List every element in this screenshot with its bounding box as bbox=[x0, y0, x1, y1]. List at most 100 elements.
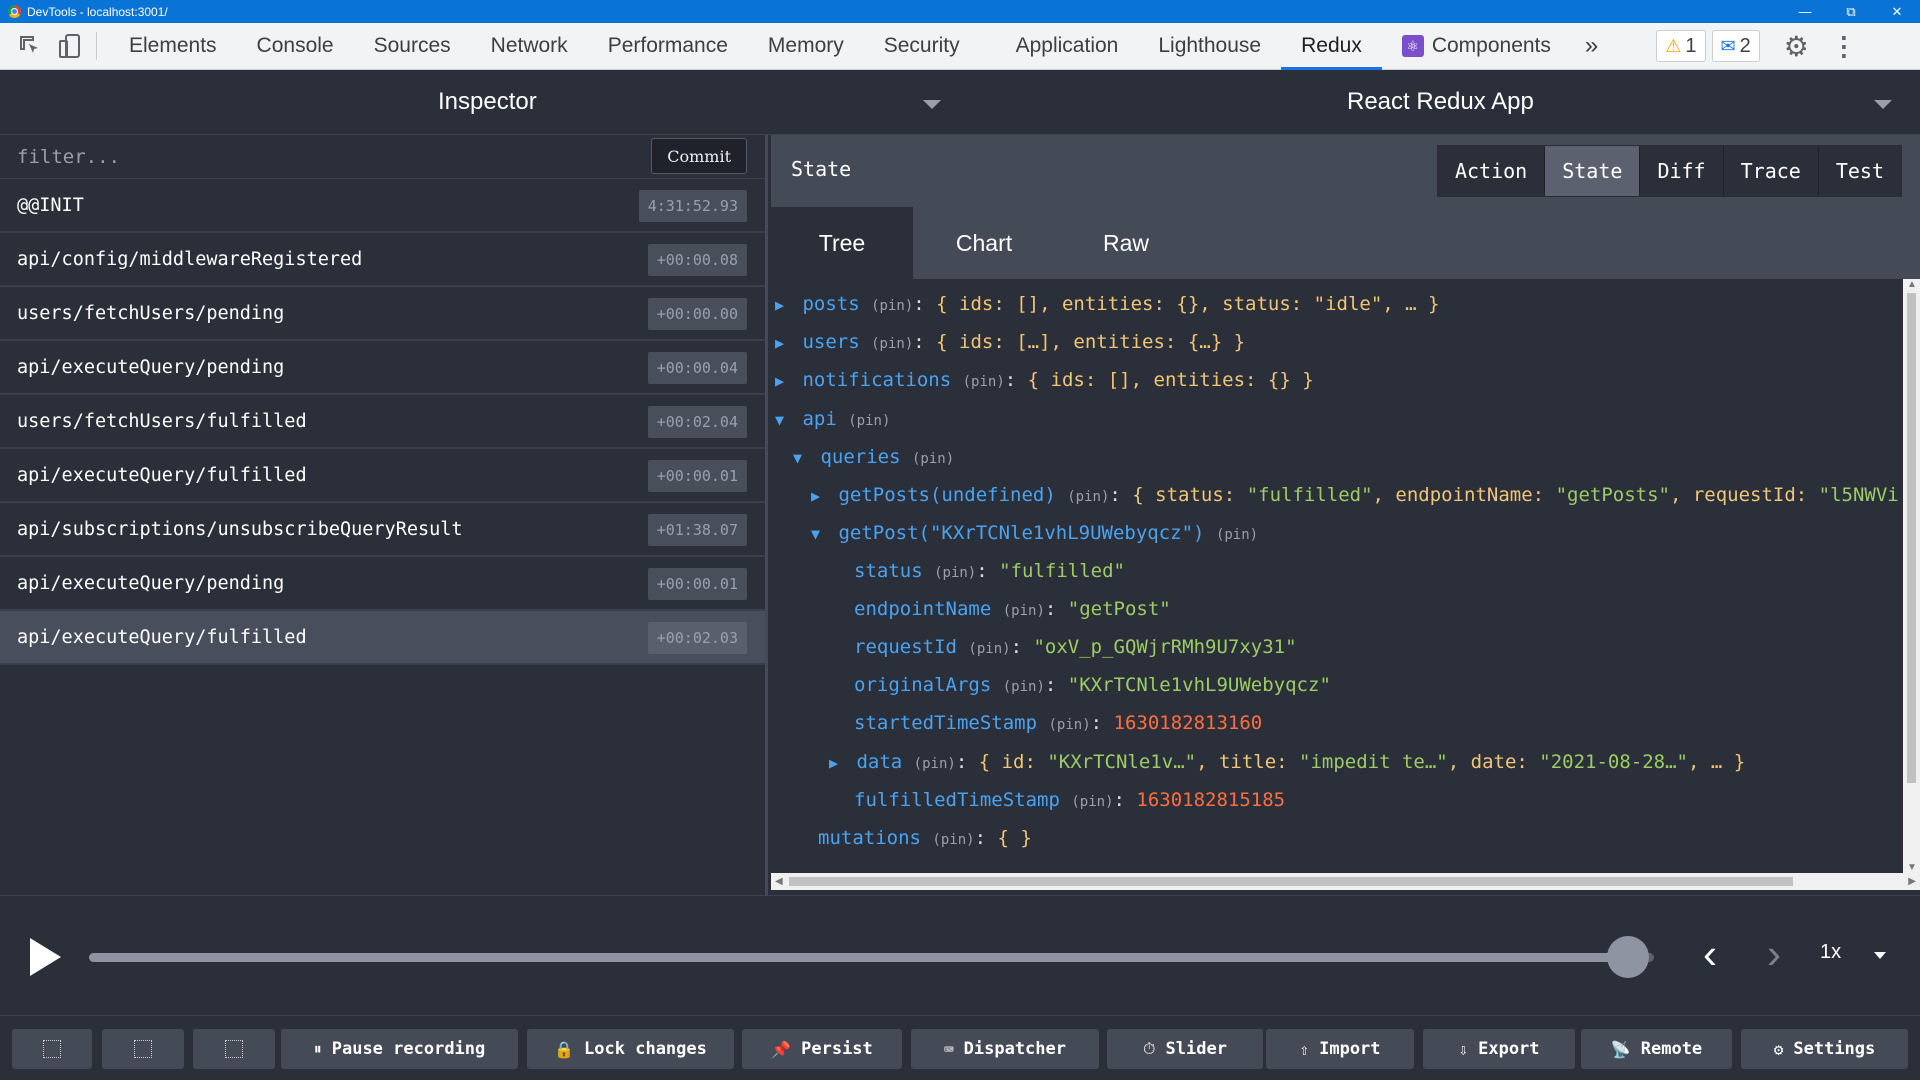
action-item[interactable]: users/fetchUsers/pending +00:00.00 bbox=[0, 287, 765, 341]
scroll-down-icon[interactable]: ▼ bbox=[1907, 862, 1917, 873]
tree-node-mutations[interactable]: mutations (pin): { } bbox=[818, 825, 1032, 851]
tree-leaf-endpointname[interactable]: endpointName (pin): "getPost" bbox=[854, 596, 1171, 622]
inspector-title[interactable]: Inspector bbox=[438, 88, 537, 116]
devtools-settings-gear-icon[interactable]: ⚙ bbox=[1784, 30, 1809, 63]
collapse-arrow-icon[interactable]: ▼ bbox=[775, 407, 791, 433]
vertical-scrollbar[interactable]: ▲ ▼ bbox=[1903, 279, 1920, 873]
subtab-tree[interactable]: Tree bbox=[771, 207, 913, 279]
tree-node-getposts[interactable]: ▶ getPosts(undefined) (pin): { status: "… bbox=[811, 482, 1899, 508]
action-item[interactable]: api/executeQuery/pending +00:00.04 bbox=[0, 341, 765, 395]
tab-elements[interactable]: Elements bbox=[109, 23, 237, 70]
filter-input[interactable] bbox=[17, 145, 617, 168]
collapse-arrow-icon[interactable]: ▼ bbox=[811, 521, 827, 547]
tab-security[interactable]: Security bbox=[864, 23, 996, 70]
pin-link[interactable]: (pin) bbox=[932, 832, 974, 848]
tree-leaf-status[interactable]: status (pin): "fulfilled" bbox=[854, 558, 1125, 584]
expand-arrow-icon[interactable]: ▶ bbox=[775, 368, 791, 394]
commit-button[interactable]: Commit bbox=[651, 138, 747, 174]
mode-trace-button[interactable]: Trace bbox=[1722, 146, 1818, 196]
scroll-left-icon[interactable]: ◀ bbox=[775, 876, 783, 887]
playback-speed-select[interactable]: 1x bbox=[1820, 941, 1841, 964]
pin-link[interactable]: (pin) bbox=[934, 565, 976, 581]
tree-node-getpost[interactable]: ▼ getPost("KXrTCNle1vhL9UWebyqcz") (pin) bbox=[811, 520, 1258, 546]
pin-link[interactable]: (pin) bbox=[912, 451, 954, 467]
subtab-raw[interactable]: Raw bbox=[1055, 207, 1197, 279]
pause-recording-button[interactable]: ⏸ Pause recording bbox=[281, 1029, 518, 1069]
monitor-select-caret-icon[interactable] bbox=[923, 100, 941, 109]
action-item[interactable]: @@INIT 4:31:52.93 bbox=[0, 179, 765, 233]
action-item[interactable]: api/executeQuery/fulfilled +00:02.03 bbox=[0, 611, 765, 665]
action-item[interactable]: users/fetchUsers/fulfilled +00:02.04 bbox=[0, 395, 765, 449]
tab-network[interactable]: Network bbox=[471, 23, 588, 70]
mode-test-button[interactable]: Test bbox=[1817, 146, 1901, 196]
export-button[interactable]: ⇩ Export bbox=[1423, 1029, 1575, 1069]
more-tabs-icon[interactable]: » bbox=[1571, 32, 1612, 60]
pin-link[interactable]: (pin) bbox=[1216, 527, 1258, 543]
pin-link[interactable]: (pin) bbox=[871, 298, 913, 314]
app-instance-title[interactable]: React Redux App bbox=[1347, 88, 1534, 116]
tab-redux[interactable]: Redux bbox=[1281, 23, 1382, 70]
action-item[interactable]: api/subscriptions/unsubscribeQueryResult… bbox=[0, 503, 765, 557]
messages-badge[interactable]: ✉ 2 bbox=[1711, 30, 1760, 62]
horizontal-scrollbar[interactable]: ◀ ▶ bbox=[771, 873, 1920, 890]
persist-button[interactable]: 📌 Persist bbox=[742, 1029, 902, 1069]
layout-left-button[interactable] bbox=[12, 1029, 92, 1069]
tree-leaf-originalargs[interactable]: originalArgs (pin): "KXrTCNle1vhL9UWebyq… bbox=[854, 672, 1331, 698]
pin-link[interactable]: (pin) bbox=[848, 413, 890, 429]
layout-right-button[interactable] bbox=[102, 1029, 184, 1069]
pin-link[interactable]: (pin) bbox=[1071, 794, 1113, 810]
speed-caret-icon[interactable] bbox=[1874, 952, 1886, 959]
tree-leaf-fulfilledtimestamp[interactable]: fulfilledTimeStamp (pin): 1630182815185 bbox=[854, 787, 1285, 813]
expand-arrow-icon[interactable]: ▶ bbox=[775, 330, 791, 356]
tree-node-queries[interactable]: ▼ queries (pin) bbox=[793, 444, 954, 470]
expand-arrow-icon[interactable]: ▶ bbox=[775, 292, 791, 318]
tab-components[interactable]: ⚛ Components bbox=[1382, 23, 1571, 70]
action-item[interactable]: api/executeQuery/fulfilled +00:00.01 bbox=[0, 449, 765, 503]
expand-arrow-icon[interactable]: ▶ bbox=[811, 483, 827, 509]
tree-node-api[interactable]: ▼ api (pin) bbox=[775, 406, 890, 432]
previous-action-icon[interactable]: ‹ bbox=[1703, 930, 1717, 978]
settings-button[interactable]: ⚙ Settings bbox=[1741, 1029, 1908, 1069]
inspect-element-icon[interactable] bbox=[10, 26, 50, 66]
scroll-right-icon[interactable]: ▶ bbox=[1908, 876, 1916, 887]
mode-diff-button[interactable]: Diff bbox=[1639, 146, 1723, 196]
tab-console[interactable]: Console bbox=[237, 23, 354, 70]
device-toolbar-icon[interactable] bbox=[50, 26, 90, 66]
scroll-up-icon[interactable]: ▲ bbox=[1907, 279, 1917, 290]
tab-application[interactable]: Application bbox=[996, 23, 1139, 70]
remote-button[interactable]: 📡 Remote bbox=[1581, 1029, 1732, 1069]
tree-leaf-requestid[interactable]: requestId (pin): "oxV_p_GQWjrRMh9U7xy31" bbox=[854, 634, 1297, 660]
next-action-icon[interactable]: › bbox=[1767, 930, 1781, 978]
slider-track[interactable] bbox=[89, 953, 1654, 962]
pin-link[interactable]: (pin) bbox=[1048, 717, 1090, 733]
expand-arrow-icon[interactable]: ▶ bbox=[829, 750, 845, 776]
action-item[interactable]: api/config/middlewareRegistered +00:00.08 bbox=[0, 233, 765, 287]
pin-link[interactable]: (pin) bbox=[871, 336, 913, 352]
pin-link[interactable]: (pin) bbox=[914, 756, 956, 772]
slider-handle[interactable] bbox=[1607, 936, 1649, 978]
tree-node-users[interactable]: ▶ users (pin): { ids: […], entities: {…}… bbox=[775, 329, 1245, 355]
mode-action-button[interactable]: Action bbox=[1437, 146, 1545, 196]
minimize-button[interactable]: — bbox=[1782, 0, 1828, 23]
pin-link[interactable]: (pin) bbox=[963, 374, 1005, 390]
horizontal-scroll-thumb[interactable] bbox=[789, 877, 1793, 886]
pin-link[interactable]: (pin) bbox=[1003, 603, 1045, 619]
tree-node-posts[interactable]: ▶ posts (pin): { ids: [], entities: {}, … bbox=[775, 291, 1439, 317]
tree-node-notifications[interactable]: ▶ notifications (pin): { ids: [], entiti… bbox=[775, 367, 1314, 393]
collapse-arrow-icon[interactable]: ▼ bbox=[793, 445, 809, 471]
pin-link[interactable]: (pin) bbox=[1003, 679, 1045, 695]
layout-bottom-button[interactable] bbox=[193, 1029, 275, 1069]
import-button[interactable]: ⇧ Import bbox=[1266, 1029, 1414, 1069]
warnings-badge[interactable]: ⚠ 1 bbox=[1656, 30, 1706, 62]
slider-button[interactable]: ⏱ Slider bbox=[1107, 1029, 1263, 1069]
tab-sources[interactable]: Sources bbox=[354, 23, 471, 70]
more-options-icon[interactable]: ⋮ bbox=[1831, 31, 1857, 62]
close-window-button[interactable]: ✕ bbox=[1874, 0, 1920, 23]
pin-link[interactable]: (pin) bbox=[968, 641, 1010, 657]
tree-node-data[interactable]: ▶ data (pin): { id: "KXrTCNle1v…", title… bbox=[829, 749, 1745, 775]
action-item[interactable]: api/executeQuery/pending +00:00.01 bbox=[0, 557, 765, 611]
tab-memory[interactable]: Memory bbox=[748, 23, 864, 70]
play-icon[interactable] bbox=[30, 938, 61, 976]
tab-performance[interactable]: Performance bbox=[588, 23, 748, 70]
tree-leaf-startedtimestamp[interactable]: startedTimeStamp (pin): 1630182813160 bbox=[854, 710, 1262, 736]
